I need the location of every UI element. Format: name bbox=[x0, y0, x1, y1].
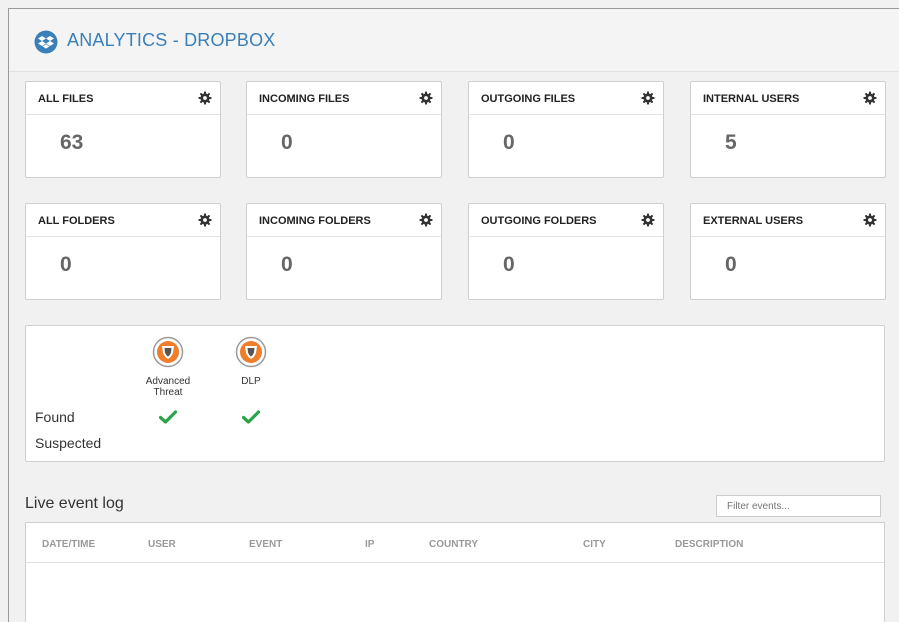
row-label-suspected: Suspected bbox=[35, 435, 102, 451]
card-label: EXTERNAL USERS bbox=[703, 215, 804, 227]
gear-icon[interactable] bbox=[641, 91, 655, 105]
column-header-description[interactable]: DESCRIPTION bbox=[675, 539, 743, 550]
checkmark-icon bbox=[159, 410, 177, 424]
card-header: INCOMING FILES bbox=[247, 82, 441, 115]
card-internal-users: INTERNAL USERS 5 bbox=[690, 81, 886, 178]
card-external-users: EXTERNAL USERS 0 bbox=[690, 203, 886, 300]
card-all-files: ALL FILES 63 bbox=[25, 81, 221, 178]
card-label: INCOMING FILES bbox=[259, 93, 350, 105]
gear-icon[interactable] bbox=[863, 213, 877, 227]
gear-icon[interactable] bbox=[863, 91, 877, 105]
column-label-line: Advanced bbox=[145, 376, 191, 387]
card-label: ALL FILES bbox=[38, 93, 94, 105]
row-label-found: Found bbox=[35, 409, 75, 425]
gear-icon[interactable] bbox=[419, 91, 433, 105]
dlp-label: DLP bbox=[227, 376, 275, 387]
page-header: ANALYTICS - DROPBOX bbox=[9, 9, 899, 72]
card-incoming-folders: INCOMING FOLDERS 0 bbox=[246, 203, 442, 300]
log-title: Live event log bbox=[25, 495, 124, 512]
card-label: ALL FOLDERS bbox=[38, 215, 115, 227]
column-header-country[interactable]: COUNTRY bbox=[429, 539, 478, 550]
card-header: OUTGOING FOLDERS bbox=[469, 204, 663, 237]
gear-icon[interactable] bbox=[198, 213, 212, 227]
dropbox-icon bbox=[34, 30, 58, 54]
event-log-table: DATE/TIME USER EVENT IP COUNTRY CITY DES… bbox=[25, 522, 885, 622]
card-all-folders: ALL FOLDERS 0 bbox=[25, 203, 221, 300]
card-header: EXTERNAL USERS bbox=[691, 204, 885, 237]
card-header: OUTGOING FILES bbox=[469, 82, 663, 115]
card-value: 0 bbox=[281, 253, 293, 276]
card-label: OUTGOING FOLDERS bbox=[481, 215, 597, 227]
column-header-datetime[interactable]: DATE/TIME bbox=[42, 539, 95, 550]
column-header-city[interactable]: CITY bbox=[583, 539, 606, 550]
column-header-ip[interactable]: IP bbox=[365, 539, 374, 550]
card-value: 0 bbox=[281, 131, 293, 154]
table-header-row: DATE/TIME USER EVENT IP COUNTRY CITY DES… bbox=[26, 523, 884, 563]
gear-icon[interactable] bbox=[641, 213, 655, 227]
card-label: INCOMING FOLDERS bbox=[259, 215, 371, 227]
filter-events-input[interactable] bbox=[716, 495, 881, 517]
card-header: ALL FOLDERS bbox=[26, 204, 220, 237]
card-header: INCOMING FOLDERS bbox=[247, 204, 441, 237]
gear-icon[interactable] bbox=[419, 213, 433, 227]
column-header-user[interactable]: USER bbox=[148, 539, 176, 550]
card-outgoing-folders: OUTGOING FOLDERS 0 bbox=[468, 203, 664, 300]
advanced-threat-label: Advanced Threat bbox=[144, 376, 192, 398]
column-label-line: DLP bbox=[241, 376, 261, 387]
shield-icon bbox=[152, 336, 184, 368]
gear-icon[interactable] bbox=[198, 91, 212, 105]
card-header: INTERNAL USERS bbox=[691, 82, 885, 115]
card-value: 0 bbox=[503, 253, 515, 276]
card-value: 5 bbox=[725, 131, 737, 154]
column-label-line: Threat bbox=[153, 387, 183, 398]
card-header: ALL FILES bbox=[26, 82, 220, 115]
card-value: 0 bbox=[60, 253, 72, 276]
analytics-page: ANALYTICS - DROPBOX ALL FILES 63 INCOMIN… bbox=[8, 8, 899, 622]
card-incoming-files: INCOMING FILES 0 bbox=[246, 81, 442, 178]
card-outgoing-files: OUTGOING FILES 0 bbox=[468, 81, 664, 178]
security-panel: Advanced Threat DLP Found Suspected bbox=[25, 325, 885, 462]
card-label: INTERNAL USERS bbox=[703, 93, 800, 105]
column-header-event[interactable]: EVENT bbox=[249, 539, 282, 550]
card-value: 0 bbox=[725, 253, 737, 276]
shield-icon bbox=[235, 336, 267, 368]
checkmark-icon bbox=[242, 410, 260, 424]
card-value: 0 bbox=[503, 131, 515, 154]
page-title: ANALYTICS - DROPBOX bbox=[67, 30, 276, 50]
card-label: OUTGOING FILES bbox=[481, 93, 576, 105]
card-value: 63 bbox=[60, 131, 84, 154]
